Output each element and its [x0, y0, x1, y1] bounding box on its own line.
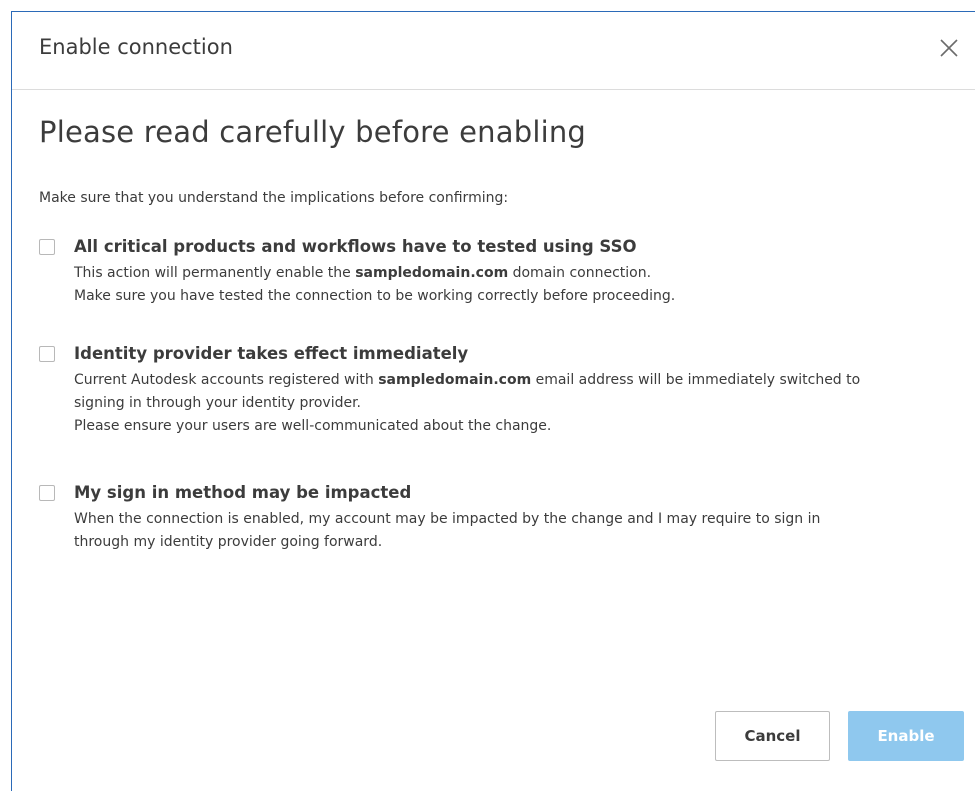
- dialog-header: Enable connection: [12, 12, 975, 90]
- option-title: All critical products and workflows have…: [74, 237, 637, 256]
- option-description-line: through my identity provider going forwa…: [74, 534, 383, 550]
- option-description-line: Make sure you have tested the connection…: [74, 288, 676, 304]
- option-description-line: Please ensure your users are well-commun…: [74, 418, 552, 434]
- option-description-line: Current Autodesk accounts registered wit…: [74, 372, 861, 388]
- cancel-button[interactable]: Cancel: [715, 711, 830, 761]
- page-heading: Please read carefully before enabling: [39, 115, 587, 149]
- dialog-title: Enable connection: [39, 35, 233, 59]
- enable-button[interactable]: Enable: [848, 711, 964, 761]
- option-description-line: signing in through your identity provide…: [74, 395, 362, 411]
- enable-connection-dialog: Enable connection Please read carefully …: [11, 11, 975, 791]
- option-title: My sign in method may be impacted: [74, 483, 412, 502]
- checkbox-sso-tested[interactable]: [39, 239, 55, 255]
- close-icon: [940, 39, 958, 57]
- option-title: Identity provider takes effect immediate…: [74, 344, 469, 363]
- checkbox-sign-in-method[interactable]: [39, 485, 55, 501]
- option-description-line: When the connection is enabled, my accou…: [74, 511, 821, 527]
- intro-text: Make sure that you understand the implic…: [39, 190, 509, 206]
- option-description-line: This action will permanently enable the …: [74, 265, 652, 281]
- checkbox-identity-provider[interactable]: [39, 346, 55, 362]
- close-button[interactable]: [937, 36, 961, 60]
